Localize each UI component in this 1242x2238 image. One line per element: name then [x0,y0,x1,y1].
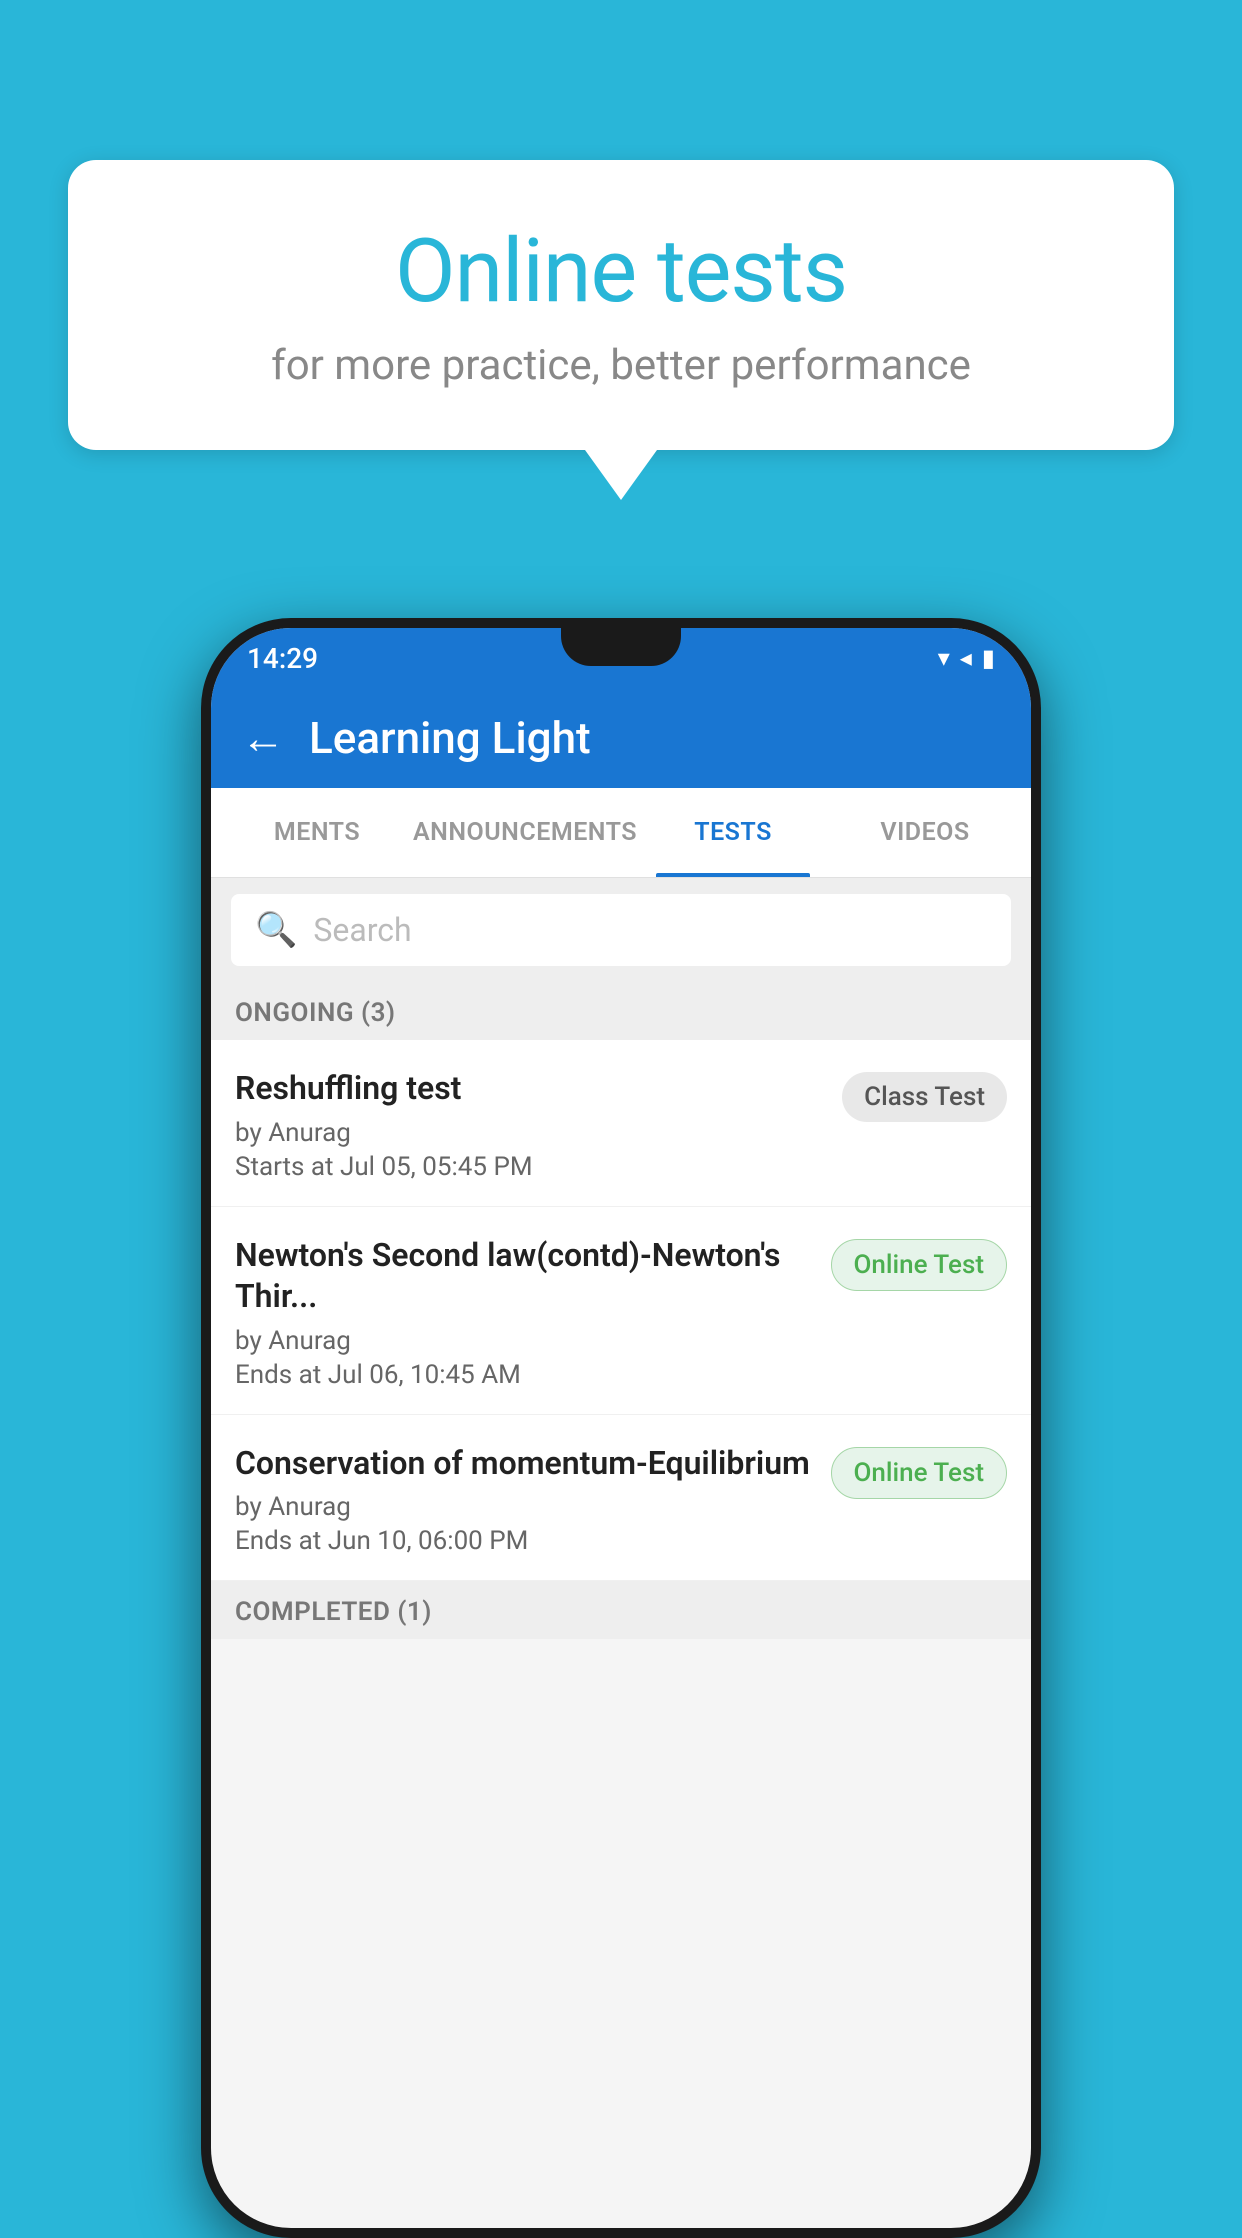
tab-ments[interactable]: MENTS [221,788,413,877]
back-button[interactable]: ← [241,716,285,760]
test-item-conservation[interactable]: Conservation of momentum-Equilibrium by … [211,1415,1031,1582]
signal-icon: ◂ [960,644,972,672]
test-info-conservation: Conservation of momentum-Equilibrium by … [235,1443,819,1557]
section-ongoing-header: ONGOING (3) [211,982,1031,1040]
test-info-reshuffling: Reshuffling test by Anurag Starts at Jul… [235,1068,830,1182]
wifi-icon: ▾ [938,644,950,672]
search-placeholder: Search [313,911,411,949]
test-item-newtons[interactable]: Newton's Second law(contd)-Newton's Thir… [211,1207,1031,1415]
bubble-tail [585,450,657,500]
tab-videos[interactable]: VIDEOS [829,788,1021,877]
test-item-reshuffling[interactable]: Reshuffling test by Anurag Starts at Jul… [211,1040,1031,1207]
test-name-reshuffling: Reshuffling test [235,1068,830,1110]
speech-bubble-section: Online tests for more practice, better p… [68,160,1174,500]
status-bar: 14:29 ▾ ◂ ▮ [211,628,1031,688]
bubble-subtitle: for more practice, better performance [138,341,1104,390]
test-name-newtons: Newton's Second law(contd)-Newton's Thir… [235,1235,819,1318]
phone-screen: 14:29 ▾ ◂ ▮ ← Learning Light MENTS ANNOU… [211,628,1031,2228]
status-icons: ▾ ◂ ▮ [938,644,995,672]
badge-class-test-reshuffling: Class Test [842,1072,1007,1122]
test-date-newtons: Ends at Jul 06, 10:45 AM [235,1360,819,1390]
test-list: Reshuffling test by Anurag Starts at Jul… [211,1040,1031,1581]
search-box[interactable]: 🔍 Search [231,894,1011,966]
bubble-title: Online tests [138,220,1104,323]
search-container: 🔍 Search [211,878,1031,982]
app-header: ← Learning Light [211,688,1031,788]
badge-online-test-newtons: Online Test [831,1239,1008,1291]
test-date-reshuffling: Starts at Jul 05, 05:45 PM [235,1152,830,1182]
phone-frame: 14:29 ▾ ◂ ▮ ← Learning Light MENTS ANNOU… [201,618,1041,2238]
test-info-newtons: Newton's Second law(contd)-Newton's Thir… [235,1235,819,1390]
tab-tests[interactable]: TESTS [637,788,829,877]
test-author-conservation: by Anurag [235,1492,819,1522]
battery-icon: ▮ [982,644,995,672]
speech-bubble: Online tests for more practice, better p… [68,160,1174,450]
status-time: 14:29 [247,642,318,675]
tabs-bar: MENTS ANNOUNCEMENTS TESTS VIDEOS [211,788,1031,878]
notch [561,628,681,666]
badge-online-test-conservation: Online Test [831,1447,1008,1499]
test-name-conservation: Conservation of momentum-Equilibrium [235,1443,819,1485]
test-author-reshuffling: by Anurag [235,1118,830,1148]
test-author-newtons: by Anurag [235,1326,819,1356]
tab-announcements[interactable]: ANNOUNCEMENTS [413,788,637,877]
search-icon: 🔍 [255,910,297,950]
section-completed-header: COMPLETED (1) [211,1581,1031,1639]
app-title: Learning Light [309,712,591,764]
test-date-conservation: Ends at Jun 10, 06:00 PM [235,1526,819,1556]
